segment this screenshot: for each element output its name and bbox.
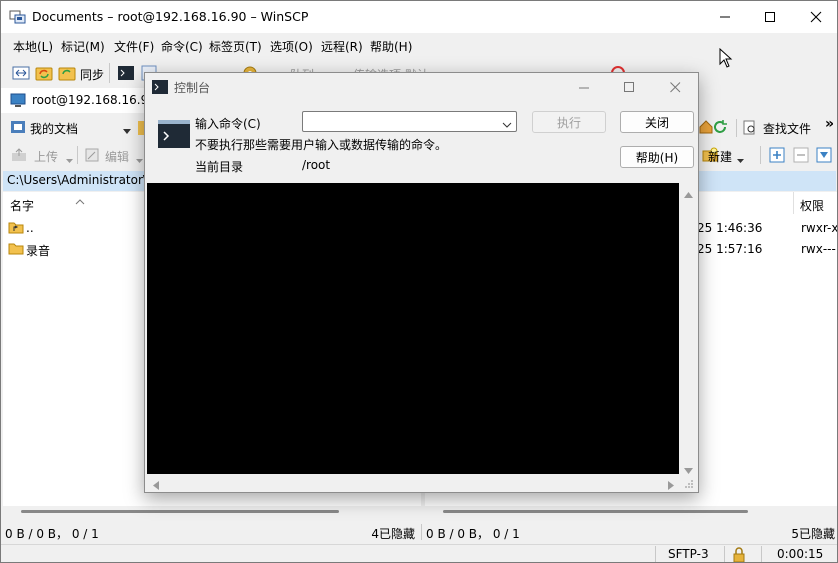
upload-icon [11,148,29,166]
minimize-button[interactable] [702,1,748,33]
scroll-up-icon[interactable] [684,187,693,201]
console-warning-text: 不要执行那些需要用户输入或数据传输的命令。 [195,138,448,152]
console-dialog: 控制台 输入命令(C) 不要执行那些需要用户输入或数据传输的命令。 当前目录 /… [144,72,699,493]
terminal-icon[interactable] [117,64,135,82]
file-name: .. [26,221,34,235]
find-files-button[interactable]: 查找文件 [763,120,811,137]
left-horizontal-scrollbar[interactable] [3,506,421,519]
menu-mark[interactable]: 标记(M) [61,38,105,55]
upload-button[interactable]: 上传 [34,148,58,165]
left-location-toolbar: 我的文档 [1,115,144,141]
close-window-button[interactable] [793,1,837,33]
modified-date: 25 1:57:16 [697,242,763,256]
console-title-icon [152,80,168,97]
edit-icon [85,148,103,166]
session-tab-label: root@192.168.16.90 [32,93,156,107]
console-large-icon [158,120,190,151]
permissions-column-header[interactable]: 权限 [800,197,824,214]
my-documents-icon [10,119,28,137]
permissions: rwx--- [801,242,836,256]
winscp-main-window: Documents – root@192.168.16.90 – WinSCP … [0,0,838,563]
toolbar-overflow-icon[interactable]: » [825,116,834,132]
execute-button[interactable]: 执行 [532,111,606,133]
current-directory-value: /root [302,158,331,172]
modified-date: 25 1:46:36 [697,221,763,235]
menu-help[interactable]: 帮助(H) [370,38,412,55]
edit-dropdown-icon[interactable] [136,153,143,167]
compare-dirs-icon[interactable] [12,64,30,82]
synchronize-browse-icon[interactable] [35,64,53,82]
session-tab[interactable]: root@192.168.16.90 [1,88,156,113]
current-directory-label: 当前目录 [195,160,244,174]
menu-tabs[interactable]: 标签页(T) [209,38,262,55]
new-button[interactable]: 新建 [708,148,732,165]
menu-bar: 本地(L) 标记(M) 文件(F) 命令(C) 标签页(T) 选项(O) 远程(… [1,34,837,56]
lock-icon[interactable] [732,546,746,562]
close-button[interactable]: 关闭 [620,111,694,133]
right-hidden-status[interactable]: 5已隐藏 [791,525,835,542]
sync-folder-icon[interactable] [58,64,76,82]
permissions: rwxr-x [801,221,838,235]
menu-remote[interactable]: 远程(R) [321,38,363,55]
menu-options[interactable]: 选项(O) [270,38,313,55]
scroll-down-icon[interactable] [684,463,693,477]
find-files-icon [743,120,761,138]
scroll-left-icon[interactable] [153,479,159,493]
console-dialog-title: 控制台 [174,81,211,95]
sort-ascending-icon [75,194,85,208]
reload-icon[interactable] [712,119,730,137]
left-location-select[interactable]: 我的文档 [30,120,78,137]
right-horizontal-scrollbar[interactable] [425,506,837,519]
left-selection-status: 0 B / 0 B， 0 / 1 [5,527,99,541]
maximize-button[interactable] [747,1,793,33]
command-dropdown-icon[interactable] [502,118,512,132]
menu-local[interactable]: 本地(L) [13,38,53,55]
parent-folder-icon [8,220,24,237]
add-icon[interactable] [769,147,787,165]
resize-grip-icon[interactable] [684,478,694,492]
file-name: 录音 [26,244,51,258]
winscp-app-icon [9,8,26,25]
console-horizontal-scrollbar[interactable] [147,475,680,491]
console-vertical-scrollbar[interactable] [680,183,696,474]
filter-icon[interactable] [816,147,834,165]
list-item[interactable]: 录音 [3,239,144,259]
help-button[interactable]: 帮助(H) [620,146,694,168]
mouse-cursor-icon [719,47,733,71]
menu-file[interactable]: 文件(F) [114,38,154,55]
title-bar: Documents – root@192.168.16.90 – WinSCP [1,1,837,33]
console-output[interactable] [147,183,679,474]
right-location-toolbar: 查找文件 » [698,115,837,141]
command-input-combo[interactable] [302,111,517,132]
session-elapsed-time: 0:00:15 [777,547,824,561]
location-dropdown-icon[interactable] [123,124,131,138]
menu-command[interactable]: 命令(C) [161,38,203,55]
monitor-icon [10,93,26,111]
remove-icon[interactable] [793,147,811,165]
right-selection-status: 0 B / 0 B， 0 / 1 [426,527,520,541]
left-hidden-status[interactable]: 4已隐藏 [371,525,415,542]
left-status-bar: 0 B / 0 B， 0 / 1 4已隐藏 [5,522,419,542]
left-path-text[interactable]: C:\Users\Administrator\ [7,173,147,187]
dialog-minimize-button[interactable] [573,79,595,95]
scroll-right-icon[interactable] [668,479,674,493]
edit-button[interactable]: 编辑 [105,148,129,165]
command-input[interactable] [305,113,495,130]
right-status-bar: 0 B / 0 B， 0 / 1 5已隐藏 [426,522,837,542]
protocol-status: SFTP-3 [668,547,709,561]
console-dialog-titlebar: 控制台 [145,73,698,101]
name-column-header[interactable]: 名字 [10,197,34,214]
right-file-toolbar: 新建 [698,142,837,168]
new-dropdown-icon[interactable] [737,153,744,167]
dialog-close-x-button[interactable] [664,79,686,95]
sync-label[interactable]: 同步 [80,66,104,83]
list-item[interactable]: .. [3,218,144,238]
upload-dropdown-icon[interactable] [66,153,73,167]
folder-icon [8,241,24,258]
window-title: Documents – root@192.168.16.90 – WinSCP [32,9,309,24]
left-file-toolbar: 上传 编辑 [1,142,144,168]
dialog-maximize-button[interactable] [618,79,640,95]
command-input-label: 输入命令(C) [195,117,261,131]
connection-status-bar: SFTP-3 0:00:15 [1,544,837,562]
